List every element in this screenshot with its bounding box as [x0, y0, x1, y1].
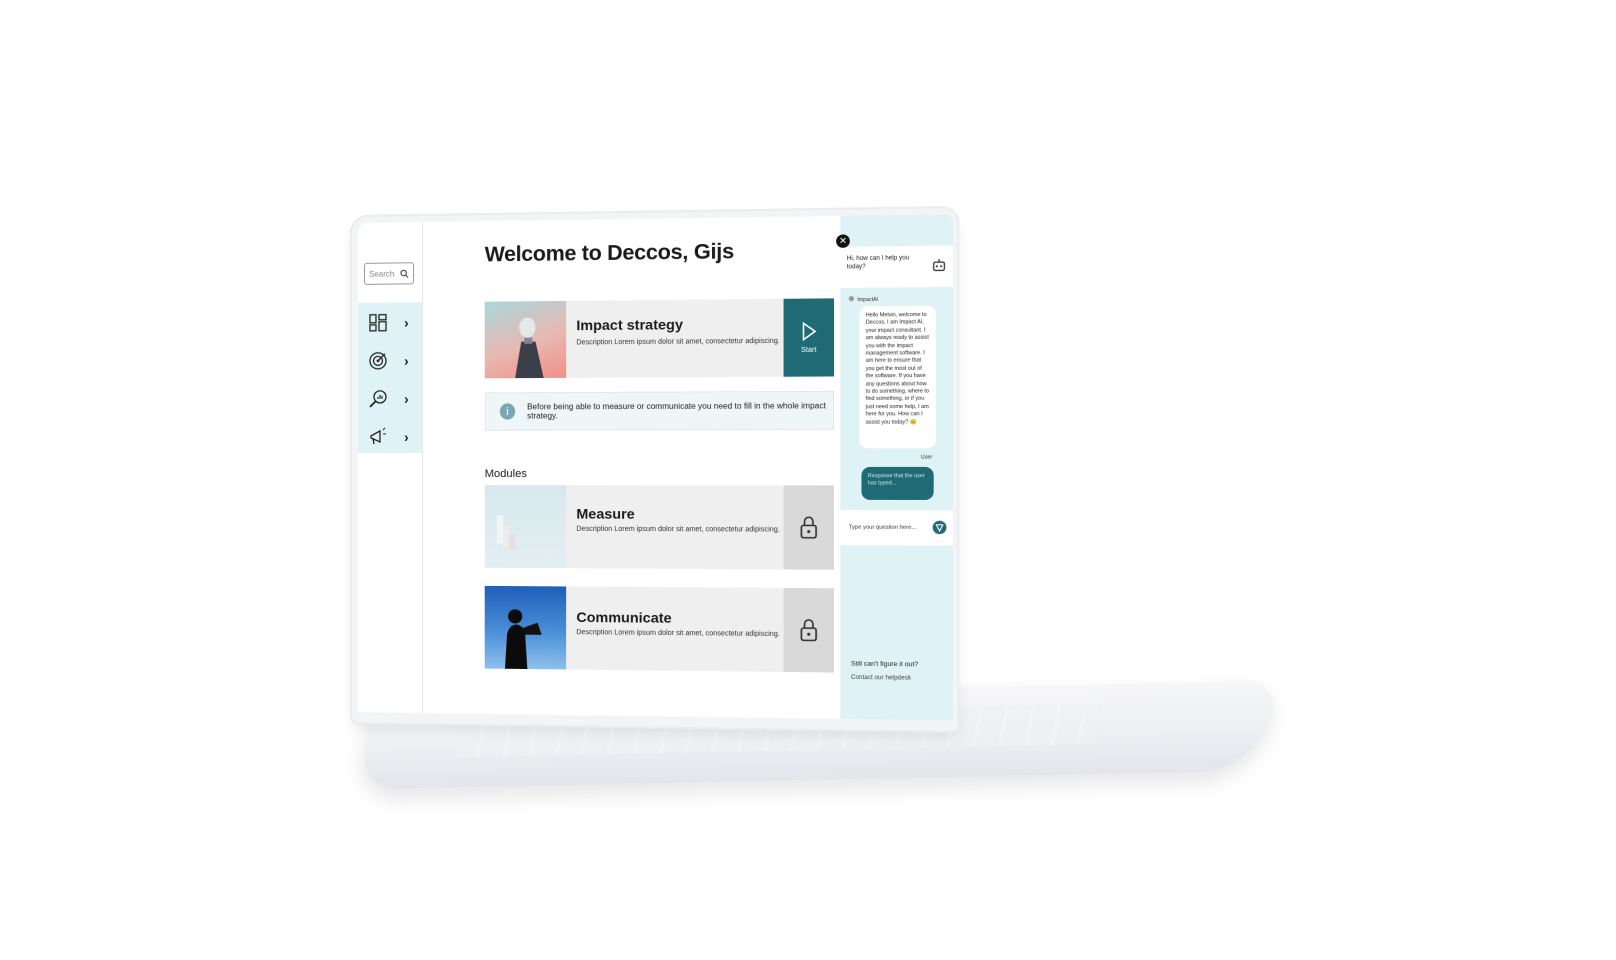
app-window: Search › › › › Welcome to Deccos, Gijs I… [357, 214, 953, 721]
bot-avatar-icon [848, 296, 855, 302]
info-banner: i Before being able to measure or commun… [484, 390, 835, 431]
help-title: Still can't figure it out? [850, 660, 919, 669]
main-content: Welcome to Deccos, Gijs Impact strategy … [422, 216, 840, 719]
info-icon: i [499, 403, 515, 420]
search-placeholder: Search [368, 269, 395, 279]
send-icon [933, 521, 947, 534]
megaphone-icon [369, 426, 386, 444]
lock-icon [799, 618, 818, 643]
start-label: Start [800, 346, 817, 355]
card-title: Measure [576, 505, 635, 522]
card-description: Description Lorem ipsum dolor sit amet, … [576, 337, 780, 347]
chat-greeting: Hi, how can I help you today? [846, 255, 910, 271]
module-card-measure[interactable]: Measure Description Lorem ipsum dolor si… [484, 485, 835, 570]
chat-input[interactable]: Type your question here... [840, 510, 953, 546]
sidebar: Search › › › › [357, 221, 424, 714]
lock-icon [799, 515, 818, 540]
dashboard-icon [368, 313, 386, 332]
chat-panel: Hi, how can I help you today? ✕ ImpactAI… [836, 214, 953, 721]
bar-blocks-illustration [496, 515, 516, 550]
sidebar-item-impact[interactable]: › [358, 342, 422, 378]
impact-strategy-card[interactable]: Impact strategy Description Lorem ipsum … [484, 298, 835, 379]
user-message: Response that the user has typed... [861, 466, 934, 500]
target-icon [368, 351, 386, 369]
chat-input-placeholder: Type your question here... [848, 524, 917, 531]
chat-header: Hi, how can I help you today? [840, 245, 953, 288]
search-input[interactable]: Search [363, 262, 415, 285]
robot-icon [932, 258, 947, 273]
page-title: Welcome to Deccos, Gijs [484, 240, 734, 267]
user-name: User [920, 454, 933, 461]
sidebar-item-dashboard[interactable]: › [358, 304, 422, 341]
person-megaphone-illustration [504, 609, 542, 670]
chevron-right-icon: › [404, 314, 409, 331]
chevron-right-icon: › [404, 428, 409, 445]
bot-name: ImpactAI [848, 296, 879, 304]
send-button[interactable] [932, 520, 947, 535]
locked-indicator [783, 587, 835, 673]
communicate-image [484, 585, 567, 670]
play-icon [799, 321, 818, 342]
bot-message: Hello Melvin, welcome to Deccos. I am Im… [859, 305, 936, 449]
close-chat-button[interactable]: ✕ [836, 234, 850, 248]
helpdesk-link[interactable]: Contact our helpdesk [851, 675, 911, 682]
card-title: Communicate [576, 608, 672, 626]
lightbulb-hand-illustration [515, 317, 544, 379]
card-description: Description Lorem ipsum dolor sit amet, … [576, 629, 780, 639]
chevron-right-icon: › [404, 390, 409, 407]
close-icon: ✕ [839, 235, 847, 246]
sidebar-nav: › › › › [357, 302, 423, 455]
laptop-screen: Search › › › › Welcome to Deccos, Gijs I… [352, 208, 958, 731]
measure-image [484, 485, 567, 569]
card-title: Impact strategy [576, 316, 683, 334]
card-description: Description Lorem ipsum dolor sit amet, … [576, 525, 780, 534]
module-card-communicate[interactable]: Communicate Description Lorem ipsum dolo… [484, 585, 835, 673]
start-button[interactable]: Start [783, 298, 835, 377]
bot-name-text: ImpactAI [857, 296, 879, 304]
sidebar-item-communicate[interactable]: › [358, 419, 422, 455]
locked-indicator [783, 485, 835, 570]
sidebar-item-measure[interactable]: › [358, 381, 422, 417]
search-icon [400, 269, 409, 278]
analytics-search-icon [368, 389, 386, 408]
impact-strategy-image [484, 300, 567, 379]
info-message: Before being able to measure or communic… [527, 401, 826, 421]
modules-heading: Modules [484, 467, 527, 481]
chevron-right-icon: › [404, 352, 409, 369]
